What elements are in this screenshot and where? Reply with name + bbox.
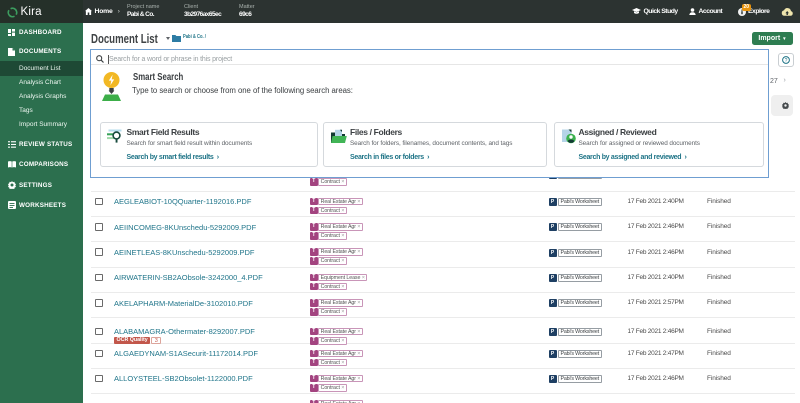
svg-text:?: ? (784, 58, 787, 64)
